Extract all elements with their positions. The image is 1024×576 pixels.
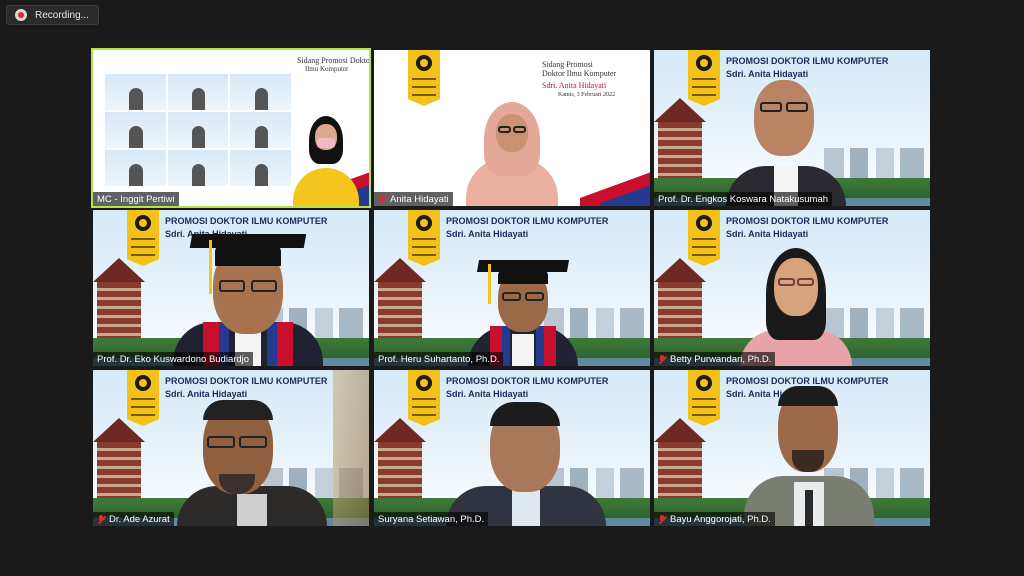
slide-date: Kamis, 3 Februari 2022 [558,92,615,98]
banner-title: PROMOSI DOKTOR ILMU KOMPUTER [446,216,609,226]
muted-mic-icon [658,514,666,524]
banner-subtitle: Sdri. Anita Hidayati [726,69,809,79]
video-tile-heru[interactable]: PROMOSI DOKTOR ILMU KOMPUTER Sdri. Anita… [374,210,650,366]
video-tile-ade[interactable]: PROMOSI DOKTOR ILMU KOMPUTER Sdri. Anita… [93,370,369,526]
university-banner [408,50,440,106]
recording-label: Recording... [35,9,89,21]
participant-name-label: Betty Purwandari, Ph.D. [654,352,776,366]
participant-video [740,248,852,366]
participant-name-label: Prof. Heru Suhartanto, Ph.D. [374,352,504,366]
participant-name-label: Prof. Dr. Eko Kuswardono Budiardjo [93,352,254,366]
video-tile-betty[interactable]: PROMOSI DOKTOR ILMU KOMPUTER Sdri. Anita… [654,210,930,366]
university-banner [688,370,720,426]
banner-title: PROMOSI DOKTOR ILMU KOMPUTER [726,56,889,66]
participant-video [173,220,323,366]
muted-mic-icon [658,354,666,364]
muted-mic-icon [97,514,105,524]
university-seal-icon [416,375,432,391]
video-tile-anita[interactable]: Sidang Promosi Doktor Ilmu Komputer Sdri… [374,50,650,206]
banner-title: PROMOSI DOKTOR ILMU KOMPUTER [446,376,609,386]
video-tile-suryana[interactable]: PROMOSI DOKTOR ILMU KOMPUTER Sdri. Anita… [374,370,650,526]
university-seal-icon [696,55,712,71]
banner-title: PROMOSI DOKTOR ILMU KOMPUTER [165,376,328,386]
participant-name-label: Bayu Anggorojati, Ph.D. [654,512,775,526]
slide-title: Sidang Promosi [542,60,593,69]
university-seal-icon [135,215,151,231]
participant-name-label: MC - Inggit Pertiwi [93,192,179,206]
participant-video [466,102,558,206]
participant-video [446,400,606,526]
banner-subtitle: Sdri. Anita Hidayati [446,389,529,399]
participant-name-label: Anita Hidayati [374,192,453,206]
participant-video [744,384,874,526]
slide-candidate-name: Sdri. Anita Hidayati [542,81,607,90]
participant-name-label: Prof. Dr. Engkos Koswara Natakusumah [654,192,833,206]
university-seal-icon [416,215,432,231]
university-banner [408,210,440,266]
banner-subtitle: Sdri. Anita Hidayati [165,389,248,399]
slide-subtitle: Ilmu Komputer [305,65,349,73]
university-banner [688,210,720,266]
participant-name-label: Suryana Setiawan, Ph.D. [374,512,489,526]
university-seal-icon [696,375,712,391]
university-banner [688,50,720,106]
record-icon [15,9,27,21]
participant-video [468,242,578,366]
video-tile-mc[interactable]: Sidang Promosi Doktor Ilmu Komputer MC -… [93,50,369,206]
participant-video [726,80,846,206]
participant-video [177,400,327,526]
university-banner [408,370,440,426]
university-seal-icon [135,375,151,391]
slide-title: Sidang Promosi Doktor [297,56,369,65]
participant-video [291,116,361,206]
banner-title: PROMOSI DOKTOR ILMU KOMPUTER [726,216,889,226]
video-tile-engkos[interactable]: PROMOSI DOKTOR ILMU KOMPUTER Sdri. Anita… [654,50,930,206]
university-banner [127,370,159,426]
muted-mic-icon [378,194,386,204]
participant-name-label: Dr. Ade Azurat [93,512,174,526]
video-tile-eko[interactable]: PROMOSI DOKTOR ILMU KOMPUTER Sdri. Anita… [93,210,369,366]
recording-indicator[interactable]: Recording... [6,5,99,25]
slide-subtitle: Doktor Ilmu Komputer [542,69,617,78]
shared-gallery-thumbnail [105,74,291,186]
university-seal-icon [416,55,432,71]
banner-subtitle: Sdri. Anita Hidayati [726,229,809,239]
video-tile-bayu[interactable]: PROMOSI DOKTOR ILMU KOMPUTER Sdri. Anita… [654,370,930,526]
university-banner [127,210,159,266]
banner-subtitle: Sdri. Anita Hidayati [446,229,529,239]
university-seal-icon [696,215,712,231]
